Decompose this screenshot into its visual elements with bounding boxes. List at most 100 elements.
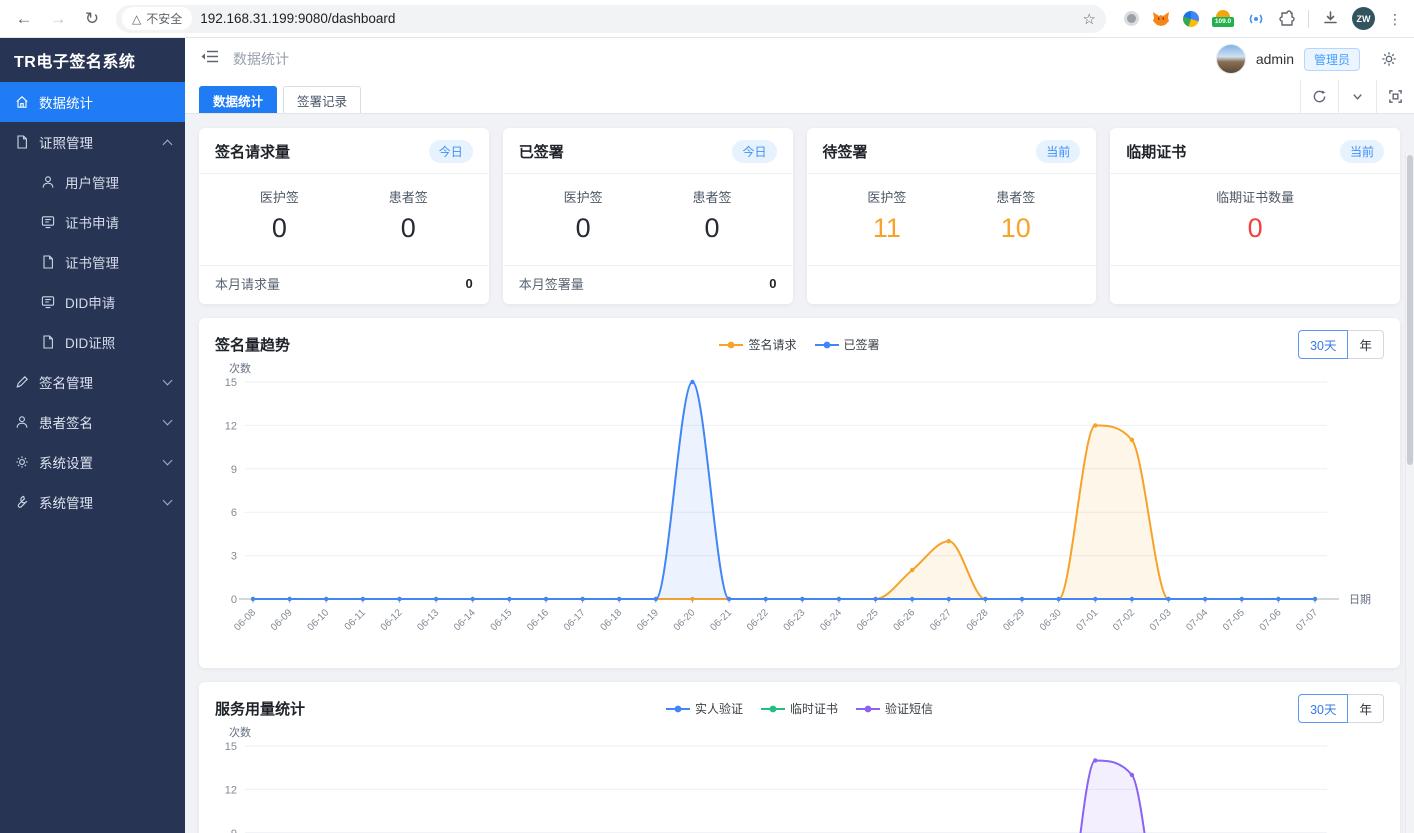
- legend-item[interactable]: 临时证书: [761, 700, 838, 717]
- sidebar-item-license-mgmt[interactable]: 证照管理: [0, 122, 185, 162]
- period-badge: 今日: [429, 140, 473, 163]
- card-title: 签名请求量: [215, 141, 290, 162]
- legend-label: 临时证书: [790, 700, 838, 717]
- svg-text:06-08: 06-08: [232, 607, 258, 633]
- warning-icon: △: [132, 12, 141, 26]
- svg-text:06-20: 06-20: [672, 607, 698, 633]
- gear-icon: [14, 454, 30, 470]
- legend-marker-icon: [761, 704, 785, 714]
- footer-value: 0: [466, 276, 473, 291]
- card-title: 临期证书: [1126, 141, 1186, 162]
- period-badge: 当前: [1036, 140, 1080, 163]
- downloads-icon[interactable]: [1322, 10, 1339, 27]
- tab-options-chevron[interactable]: [1338, 80, 1376, 113]
- service-usage-card: 服务用量统计 实人验证 临时证书 验证短信 30天 年 0369121506-0…: [199, 682, 1400, 833]
- extensions-puzzle-icon[interactable]: [1278, 10, 1295, 27]
- user-avatar[interactable]: [1216, 44, 1246, 74]
- legend-item[interactable]: 实人验证: [666, 700, 743, 717]
- stat-card-signed: 已签署 今日 医护签 0 患者签 0: [503, 128, 793, 304]
- settings-gear-icon[interactable]: [1380, 50, 1398, 68]
- period-badge: 今日: [732, 140, 776, 163]
- sidebar-item-cert-mgmt[interactable]: 证书管理: [0, 242, 185, 282]
- sidebar-item-dashboard[interactable]: 数据统计: [0, 82, 185, 122]
- legend-marker-icon: [666, 704, 690, 714]
- browser-forward-button[interactable]: →: [48, 9, 68, 29]
- svg-text:06-23: 06-23: [782, 607, 808, 633]
- browser-menu-icon[interactable]: ⋮: [1388, 12, 1402, 26]
- svg-text:06-12: 06-12: [379, 607, 405, 633]
- tab-data-statistics[interactable]: 数据统计: [199, 86, 277, 113]
- browser-back-button[interactable]: ←: [14, 9, 34, 29]
- username[interactable]: admin: [1256, 51, 1294, 67]
- footer-label: 本月签署量: [519, 274, 584, 293]
- document-icon: [14, 134, 30, 150]
- service-usage-chart: 0369121506-0806-0906-1006-1106-1206-1306…: [215, 726, 1384, 833]
- tab-bar: 数据统计 签署记录: [185, 80, 1414, 114]
- svg-text:3: 3: [231, 551, 237, 563]
- content-scrollbar[interactable]: [1405, 152, 1414, 833]
- document-icon: [40, 334, 56, 350]
- extension-109-badge: 109.0: [1212, 17, 1234, 27]
- sidebar-item-system-mgmt[interactable]: 系统管理: [0, 482, 185, 522]
- extension-pie-icon[interactable]: [1183, 11, 1199, 27]
- tab-sign-records[interactable]: 签署记录: [283, 86, 361, 113]
- sidebar-item-signature-mgmt[interactable]: 签名管理: [0, 362, 185, 402]
- legend-label: 验证短信: [885, 700, 933, 717]
- chevron-up-icon: [163, 139, 173, 149]
- metric-medical-sign: 医护签 0: [564, 187, 603, 244]
- chart-legend: 签名请求 已签署: [719, 336, 879, 353]
- user-icon: [40, 174, 56, 190]
- fullscreen-button[interactable]: [1376, 80, 1414, 113]
- sidebar-item-user-mgmt[interactable]: 用户管理: [0, 162, 185, 202]
- pen-icon: [14, 374, 30, 390]
- toolbar-divider: [1308, 10, 1309, 28]
- sidebar-item-patient-signature[interactable]: 患者签名: [0, 402, 185, 442]
- cert-apply-icon: [40, 214, 56, 230]
- range-year-button[interactable]: 年: [1348, 694, 1384, 723]
- svg-text:12: 12: [225, 784, 237, 796]
- svg-text:06-16: 06-16: [525, 607, 551, 633]
- legend-item[interactable]: 验证短信: [856, 700, 933, 717]
- browser-profile-avatar[interactable]: ZW: [1352, 7, 1375, 30]
- metric-expiring-count: 临期证书数量 0: [1216, 187, 1294, 244]
- sidebar-item-system-settings[interactable]: 系统设置: [0, 442, 185, 482]
- address-bar[interactable]: △ 不安全 192.168.31.199:9080/dashboard ☆: [116, 5, 1106, 33]
- svg-text:06-22: 06-22: [745, 607, 771, 633]
- svg-text:06-29: 06-29: [1001, 607, 1027, 633]
- legend-item[interactable]: 已签署: [815, 336, 880, 353]
- extension-cluster: 109.0 ZW ⋮: [1120, 7, 1402, 30]
- broadcast-icon[interactable]: [1247, 11, 1265, 27]
- legend-item[interactable]: 签名请求: [719, 336, 796, 353]
- scrollbar-thumb[interactable]: [1407, 155, 1413, 465]
- svg-text:6: 6: [231, 507, 237, 519]
- refresh-button[interactable]: [1300, 80, 1338, 113]
- svg-text:07-06: 07-06: [1258, 607, 1284, 633]
- chart-title: 签名量趋势: [215, 334, 719, 355]
- range-30d-button[interactable]: 30天: [1298, 330, 1348, 359]
- security-label: 不安全: [146, 10, 182, 27]
- document-icon: [40, 254, 56, 270]
- svg-text:06-13: 06-13: [415, 607, 441, 633]
- sidebar-collapse-icon[interactable]: [201, 49, 219, 69]
- chevron-down-icon: [163, 456, 173, 466]
- legend-marker-icon: [815, 340, 839, 350]
- sidebar-item-did-apply[interactable]: DID申请: [0, 282, 185, 322]
- bookmark-star-icon[interactable]: ☆: [1083, 10, 1096, 28]
- range-year-button[interactable]: 年: [1348, 330, 1384, 359]
- browser-reload-button[interactable]: ↻: [82, 9, 102, 29]
- chevron-down-icon: [163, 416, 173, 426]
- svg-text:07-03: 07-03: [1148, 607, 1174, 633]
- svg-text:07-05: 07-05: [1221, 607, 1247, 633]
- range-30d-button[interactable]: 30天: [1298, 694, 1348, 723]
- role-badge[interactable]: 管理员: [1304, 48, 1360, 71]
- sidebar-item-did-license[interactable]: DID证照: [0, 322, 185, 362]
- security-chip[interactable]: △ 不安全: [122, 7, 192, 30]
- extension-gray-icon[interactable]: [1124, 11, 1139, 26]
- metamask-fox-icon[interactable]: [1152, 10, 1170, 27]
- period-badge: 当前: [1340, 140, 1384, 163]
- signature-trend-card: 签名量趋势 签名请求 已签署 30天 年 0369121506-0806-090…: [199, 318, 1400, 668]
- sidebar-item-cert-apply[interactable]: 证书申请: [0, 202, 185, 242]
- metric-patient-sign: 患者签 10: [996, 187, 1035, 244]
- svg-text:9: 9: [231, 828, 237, 833]
- extension-109-icon[interactable]: 109.0: [1212, 10, 1234, 27]
